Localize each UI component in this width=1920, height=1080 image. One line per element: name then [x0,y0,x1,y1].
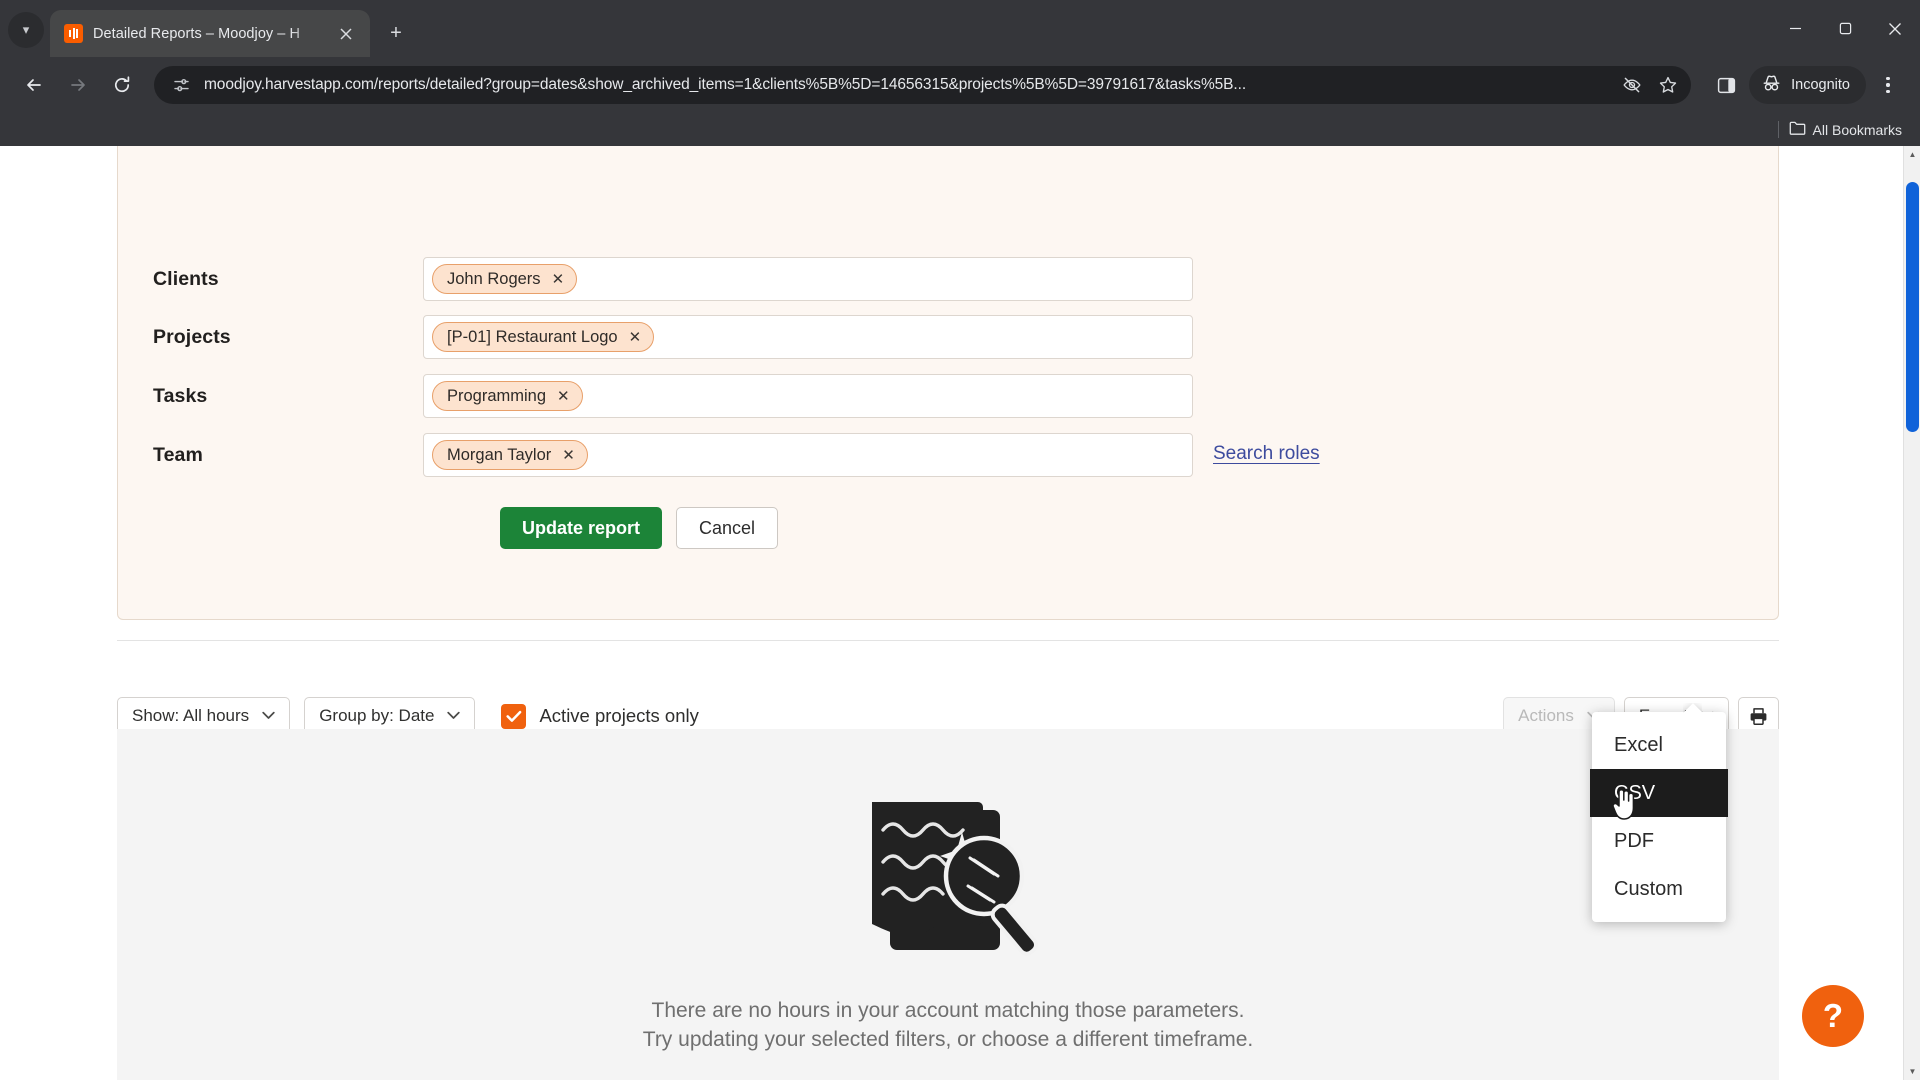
incognito-indicator[interactable]: Incognito [1749,66,1866,104]
show-hours-label: Show: All hours [132,706,250,725]
remove-chip-icon[interactable]: ✕ [552,272,565,287]
active-projects-label: Active projects only [539,705,699,726]
page-scrollbar[interactable]: ▲ ▼ [1903,146,1920,1080]
incognito-label: Incognito [1791,77,1850,93]
incognito-icon [1761,73,1782,98]
side-panel-icon[interactable] [1707,66,1745,104]
chevron-down-icon [262,709,275,723]
eye-slash-icon[interactable] [1617,70,1647,100]
filter-chip-team[interactable]: Morgan Taylor ✕ [432,440,588,470]
export-menu-item-custom[interactable]: Custom [1592,865,1726,913]
bookmark-separator [1777,121,1779,138]
filter-panel: Clients John Rogers ✕ Projects [P-01] Re… [117,146,1779,620]
empty-state-message: There are no hours in your account match… [117,997,1779,1055]
kebab-menu-icon[interactable] [1870,66,1906,104]
search-roles-link[interactable]: Search roles [1213,443,1320,465]
tab-title: Detailed Reports – Moodjoy – H [93,25,301,42]
filter-chip-project[interactable]: [P-01] Restaurant Logo ✕ [432,322,655,352]
projects-filter-input[interactable]: [P-01] Restaurant Logo ✕ [423,315,1193,359]
team-filter-input[interactable]: Morgan Taylor ✕ [423,433,1193,477]
help-question-icon[interactable]: ? [1802,985,1864,1047]
chip-label: Programming [447,386,547,405]
window-close-icon[interactable] [1870,6,1920,52]
browser-toolbar: moodjoy.harvestapp.com/reports/detailed?… [0,57,1920,113]
filter-label-team: Team [153,443,203,466]
export-menu-item-pdf[interactable]: PDF [1592,817,1726,865]
minimize-icon[interactable] [1770,6,1820,52]
filter-label-clients: Clients [153,267,219,290]
browser-window: ▾ Detailed Reports – Moodjoy – H + moodj… [0,0,1920,1080]
scroll-up-icon[interactable]: ▲ [1904,146,1920,163]
page-settings-icon[interactable] [168,72,194,98]
harvest-logo-icon [64,24,83,43]
star-icon[interactable] [1653,70,1683,100]
export-menu-item-csv[interactable]: CSV [1590,769,1728,817]
remove-chip-icon[interactable]: ✕ [562,448,575,463]
filter-label-tasks: Tasks [153,384,208,407]
remove-chip-icon[interactable]: ✕ [629,330,642,345]
arrow-right-icon [58,65,98,105]
all-bookmarks-button[interactable]: All Bookmarks [1789,120,1902,139]
scrollbar-thumb[interactable] [1906,182,1919,432]
empty-state-panel: There are no hours in your account match… [117,729,1779,1080]
chip-label: John Rogers [447,269,541,288]
remove-chip-icon[interactable]: ✕ [557,389,570,404]
filter-chip-task[interactable]: Programming ✕ [432,381,583,411]
browser-tab[interactable]: Detailed Reports – Moodjoy – H [50,10,370,57]
folder-icon [1789,120,1806,139]
clients-filter-input[interactable]: John Rogers ✕ [423,257,1193,301]
close-icon[interactable] [332,20,360,48]
filter-chip-client[interactable]: John Rogers ✕ [432,264,578,294]
no-results-document-magnifier-icon [850,782,1046,972]
filter-label-projects: Projects [153,325,231,348]
dropdown-arrow [1683,703,1702,713]
filter-row-projects: Projects [P-01] Restaurant Logo ✕ [153,315,1193,359]
filter-row-team: Team Morgan Taylor ✕ [153,433,1193,477]
tab-strip: ▾ Detailed Reports – Moodjoy – H + [0,0,1920,57]
export-menu-item-excel[interactable]: Excel [1592,721,1726,769]
new-tab-button[interactable]: + [382,19,410,47]
filter-row-clients: Clients John Rogers ✕ [153,257,1193,301]
section-divider [117,640,1779,641]
actions-label: Actions [1518,706,1574,725]
pointing-hand-cursor [1612,787,1638,821]
filter-row-tasks: Tasks Programming ✕ [153,374,1193,418]
address-bar[interactable]: moodjoy.harvestapp.com/reports/detailed?… [154,66,1692,104]
tab-search-icon[interactable]: ▾ [8,12,44,48]
active-projects-checkbox[interactable] [501,703,527,729]
chip-label: [P-01] Restaurant Logo [447,327,618,346]
chip-label: Morgan Taylor [447,445,552,464]
window-controls [1770,0,1920,57]
cancel-button[interactable]: Cancel [676,507,779,549]
reload-icon[interactable] [102,65,142,105]
page-viewport: Clients John Rogers ✕ Projects [P-01] Re… [0,146,1920,1080]
chevron-down-icon [447,709,461,723]
group-by-label: Group by: Date [319,706,435,725]
update-report-button[interactable]: Update report [500,507,663,549]
active-projects-only-toggle[interactable]: Active projects only [501,703,699,729]
filter-actions: Update report Cancel [500,507,779,549]
arrow-left-icon[interactable] [14,65,54,105]
maximize-icon[interactable] [1820,6,1870,52]
scroll-down-icon[interactable]: ▼ [1904,1063,1920,1080]
report-page: Clients John Rogers ✕ Projects [P-01] Re… [0,146,1903,1080]
all-bookmarks-label: All Bookmarks [1812,121,1902,138]
url-text: moodjoy.harvestapp.com/reports/detailed?… [204,76,1247,93]
bookmarks-bar: All Bookmarks [0,113,1920,146]
empty-state-line1: There are no hours in your account match… [651,999,1245,1022]
tasks-filter-input[interactable]: Programming ✕ [423,374,1193,418]
empty-state-line2: Try updating your selected filters, or c… [642,1027,1254,1051]
